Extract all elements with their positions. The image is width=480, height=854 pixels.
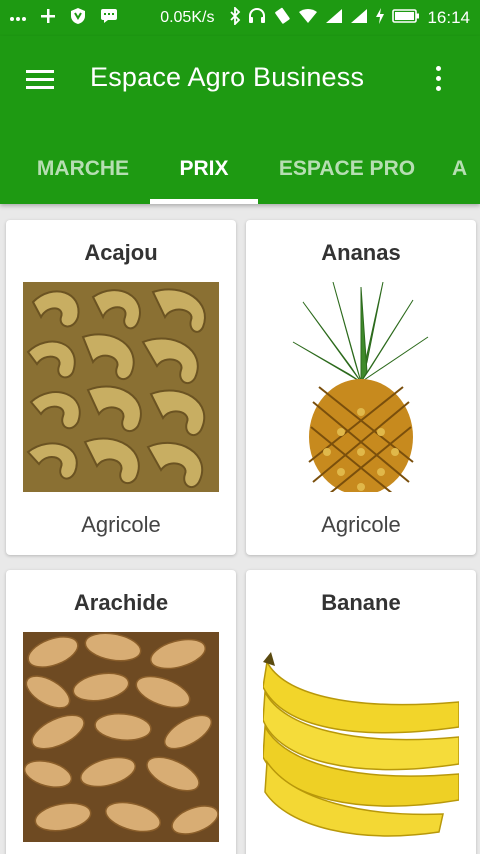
wifi-icon — [298, 8, 318, 29]
product-category: Agricole — [321, 512, 401, 537]
vibrate-icon — [273, 7, 291, 30]
signal-icon — [350, 8, 368, 29]
battery-icon — [392, 8, 420, 28]
bananas-photo — [263, 632, 459, 842]
bluetooth-icon — [229, 5, 241, 30]
chat-icon — [100, 8, 118, 29]
product-name: Arachide — [73, 590, 169, 615]
more-dots-icon — [10, 9, 26, 27]
product-card-acajou[interactable]: Acajou Agricole — [6, 220, 236, 555]
status-bar: 0.05K/s 16:14 — [0, 0, 480, 36]
product-card-arachide[interactable]: Arachide — [6, 570, 236, 854]
network-speed: 0.05K/s — [160, 9, 215, 26]
product-card-ananas[interactable]: Ananas Agricole — [246, 220, 476, 555]
overflow-menu-icon[interactable] — [428, 66, 448, 94]
cashew-nuts-photo — [23, 282, 219, 492]
tab-bar: MARCHE PRIX ESPACE PRO A — [0, 134, 480, 204]
shield-icon — [70, 7, 86, 30]
product-name: Banane — [321, 590, 401, 615]
product-card-banane[interactable]: Banane — [246, 570, 476, 854]
product-name: Ananas — [321, 240, 401, 265]
app-bar: Espace Agro Business MARCHE PRIX ESPACE … — [0, 36, 480, 204]
product-grid: Acajou Agricole Ananas Agricole Arachide… — [0, 204, 480, 854]
app-title: Espace Agro Business — [90, 62, 365, 92]
pineapple-photo — [263, 282, 459, 492]
product-name: Acajou — [84, 240, 158, 265]
tab-espace-pro[interactable]: ESPACE PRO — [262, 134, 432, 204]
charging-icon — [375, 7, 385, 30]
tab-marche[interactable]: MARCHE — [18, 134, 148, 204]
tab-prix[interactable]: PRIX — [150, 134, 258, 204]
plus-icon — [40, 8, 56, 29]
tab-next-partial[interactable]: A — [446, 134, 480, 204]
hamburger-menu-icon[interactable] — [26, 66, 58, 92]
clock: 16:14 — [427, 8, 470, 27]
peanuts-photo — [23, 632, 219, 842]
signal-icon — [325, 8, 343, 29]
headset-icon — [248, 7, 266, 30]
product-category: Agricole — [81, 512, 161, 537]
